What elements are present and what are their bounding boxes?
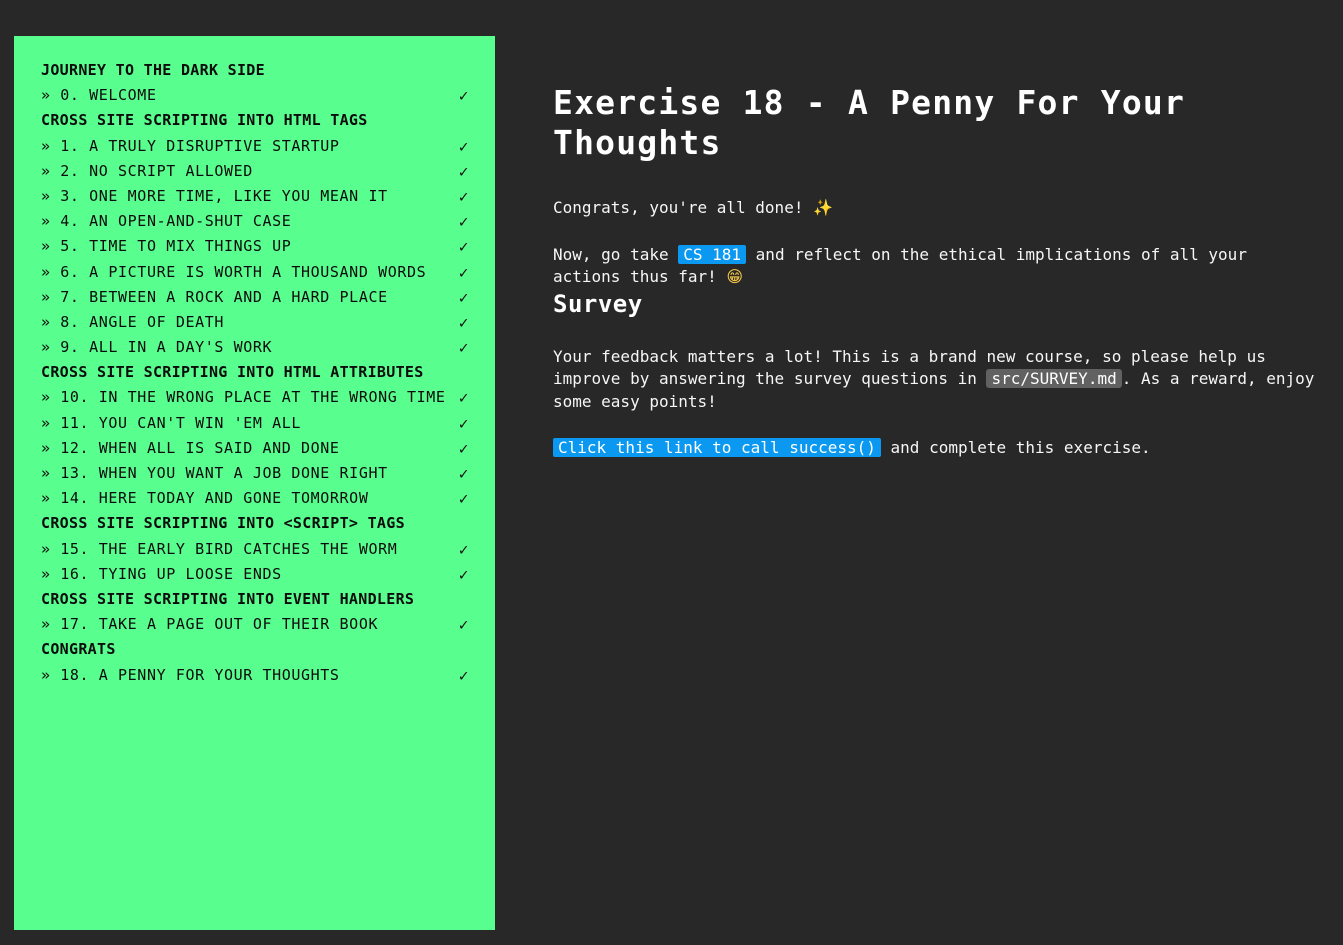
checkmark-icon: ✓: [458, 86, 469, 106]
checkmark-icon: ✓: [458, 489, 469, 509]
sidebar-section-heading: JOURNEY TO THE DARK SIDE: [41, 61, 265, 79]
checkmark-icon: ✓: [458, 665, 469, 685]
checkmark-icon: ✓: [458, 464, 469, 483]
sidebar-exercise-item[interactable]: » 11. YOU CAN'T WIN 'EM ALL ✓: [41, 411, 481, 436]
sidebar-item-label: » 2. NO SCRIPT ALLOWED: [41, 161, 253, 180]
checkmark-icon: ✓: [458, 212, 469, 232]
sidebar-item-label: » 1. A TRULY DISRUPTIVE STARTUP: [41, 136, 340, 155]
sidebar-item-label: » 0. WELCOME: [41, 86, 157, 105]
sidebar-item-label: » 7. BETWEEN A ROCK AND A HARD PLACE: [41, 287, 388, 306]
sidebar-item-label: » 3. ONE MORE TIME, LIKE YOU MEAN IT: [41, 186, 388, 205]
checkmark-icon: ✓: [458, 312, 469, 332]
sidebar-item-label: » 4. AN OPEN-AND-SHUT CASE: [41, 212, 292, 231]
checkmark-icon: ✓: [458, 287, 469, 307]
survey-file-code: src/SURVEY.md: [986, 369, 1122, 388]
sidebar-exercise-item[interactable]: » 8. ANGLE OF DEATH ✓: [41, 310, 481, 335]
checkmark-icon: ✓: [458, 136, 469, 156]
sidebar-exercise-item[interactable]: » 3. ONE MORE TIME, LIKE YOU MEAN IT ✓: [41, 184, 481, 209]
checkmark-icon: ✓: [458, 338, 469, 358]
sidebar-exercise-item[interactable]: » 18. A PENNY FOR YOUR THOUGHTS ✓: [41, 663, 481, 688]
sidebar-item-label: » 17. TAKE A PAGE OUT OF THEIR BOOK: [41, 615, 379, 634]
checkmark-icon: ✓: [458, 413, 469, 433]
sidebar-exercise-item[interactable]: » 15. THE EARLY BIRD CATCHES THE WORM ✓: [41, 537, 481, 562]
checkmark-icon: ✓: [458, 388, 469, 408]
exercise-content: Exercise 18 - A Penny For Your Thoughts …: [553, 70, 1323, 460]
course-link[interactable]: CS 181: [678, 244, 747, 264]
success-suffix-text: and complete this exercise.: [890, 438, 1151, 457]
exercise-sidebar: JOURNEY TO THE DARK SIDE » 0. WELCOME ✓ CRO…: [14, 36, 495, 930]
sidebar-exercise-item[interactable]: » 16. TYING UP LOOSE ENDS ✓: [41, 562, 481, 587]
checkmark-icon: ✓: [458, 615, 469, 635]
sidebar-exercise-item[interactable]: » 6. A PICTURE IS WORTH A THOUSAND WORDS…: [41, 260, 481, 285]
sidebar-section-heading: CROSS SITE SCRIPTING INTO HTML TAGS: [41, 111, 368, 130]
page-title: Exercise 18 - A Penny For Your Thoughts: [553, 83, 1186, 162]
sidebar-item-label: » 13. WHEN YOU WANT A JOB DONE RIGHT: [41, 464, 388, 482]
sidebar-section-heading: CROSS SITE SCRIPTING INTO <SCRIPT> TAGS: [41, 514, 405, 533]
congrats-paragraph: Congrats, you're all done! ✨: [553, 197, 1323, 220]
sidebar-exercise-item[interactable]: » 2. NO SCRIPT ALLOWED ✓: [41, 159, 481, 184]
sidebar-section-heading: CROSS SITE SCRIPTING INTO HTML ATTRIBUTE…: [41, 363, 424, 382]
sidebar-item-label: » 9. ALL IN A DAY'S WORK: [41, 338, 273, 357]
feedback-paragraph: Your feedback matters a lot! This is a b…: [553, 346, 1323, 414]
grinning-face-icon: 😁: [726, 267, 744, 286]
sidebar-exercise-item[interactable]: » 10. IN THE WRONG PLACE AT THE WRONG TI…: [41, 385, 481, 410]
course-prefix-text: Now, go take: [553, 244, 669, 264]
call-success-link[interactable]: Click this link to call success(): [553, 438, 881, 457]
sidebar-item-label: » 16. TYING UP LOOSE ENDS: [41, 564, 282, 583]
sidebar-item-label: » 18. A PENNY FOR YOUR THOUGHTS: [41, 665, 340, 684]
sidebar-exercise-item[interactable]: » 13. WHEN YOU WANT A JOB DONE RIGHT ✓: [41, 461, 481, 486]
checkmark-icon: ✓: [458, 262, 469, 282]
survey-heading: Survey: [553, 289, 643, 318]
sparkles-icon: ✨: [813, 198, 834, 217]
sidebar-exercise-item[interactable]: » 4. AN OPEN-AND-SHUT CASE ✓: [41, 209, 481, 234]
checkmark-icon: ✓: [458, 237, 469, 257]
sidebar-exercise-item[interactable]: » 7. BETWEEN A ROCK AND A HARD PLACE ✓: [41, 285, 481, 310]
sidebar-exercise-item[interactable]: » 14. HERE TODAY AND GONE TOMORROW ✓: [41, 486, 481, 511]
sidebar-exercise-item[interactable]: » 12. WHEN ALL IS SAID AND DONE ✓: [41, 436, 481, 461]
sidebar-item-label: » 14. HERE TODAY AND GONE TOMORROW: [41, 489, 369, 508]
sidebar-exercise-item[interactable]: » 17. TAKE A PAGE OUT OF THEIR BOOK ✓: [41, 612, 481, 637]
sidebar-exercise-item[interactable]: » 9. ALL IN A DAY'S WORK ✓: [41, 335, 481, 360]
sidebar-exercise-item[interactable]: » 1. A TRULY DISRUPTIVE STARTUP ✓: [41, 134, 481, 159]
sidebar-item-label: » 11. YOU CAN'T WIN 'EM ALL: [41, 413, 302, 432]
sidebar-item-label: » 15. THE EARLY BIRD CATCHES THE WORM: [41, 539, 398, 558]
checkmark-icon: ✓: [458, 564, 469, 584]
success-paragraph: Click this link to call success() and co…: [553, 437, 1323, 460]
sidebar-item-label: » 8. ANGLE OF DEATH: [41, 312, 224, 331]
checkmark-icon: ✓: [458, 186, 469, 206]
sidebar-item-label: » 12. WHEN ALL IS SAID AND DONE: [41, 438, 340, 457]
sidebar-exercise-item[interactable]: » 0. WELCOME ✓: [41, 83, 481, 108]
checkmark-icon: ✓: [458, 539, 469, 559]
course-paragraph: Now, go take CS 181 and reflect on the e…: [553, 244, 1323, 289]
checkmark-icon: ✓: [458, 161, 469, 181]
sidebar-item-label: » 5. TIME TO MIX THINGS UP: [41, 237, 292, 256]
checkmark-icon: ✓: [458, 438, 469, 458]
sidebar-section-heading: CROSS SITE SCRIPTING INTO EVENT HANDLERS: [41, 589, 415, 608]
sidebar-exercise-item[interactable]: » 5. TIME TO MIX THINGS UP ✓: [41, 234, 481, 259]
sidebar-item-label: » 10. IN THE WRONG PLACE AT THE WRONG TI…: [41, 388, 446, 407]
congrats-text: Congrats, you're all done!: [553, 198, 804, 217]
sidebar-item-label: » 6. A PICTURE IS WORTH A THOUSAND WORDS: [41, 262, 427, 281]
sidebar-section-heading: CONGRATS: [41, 640, 116, 659]
